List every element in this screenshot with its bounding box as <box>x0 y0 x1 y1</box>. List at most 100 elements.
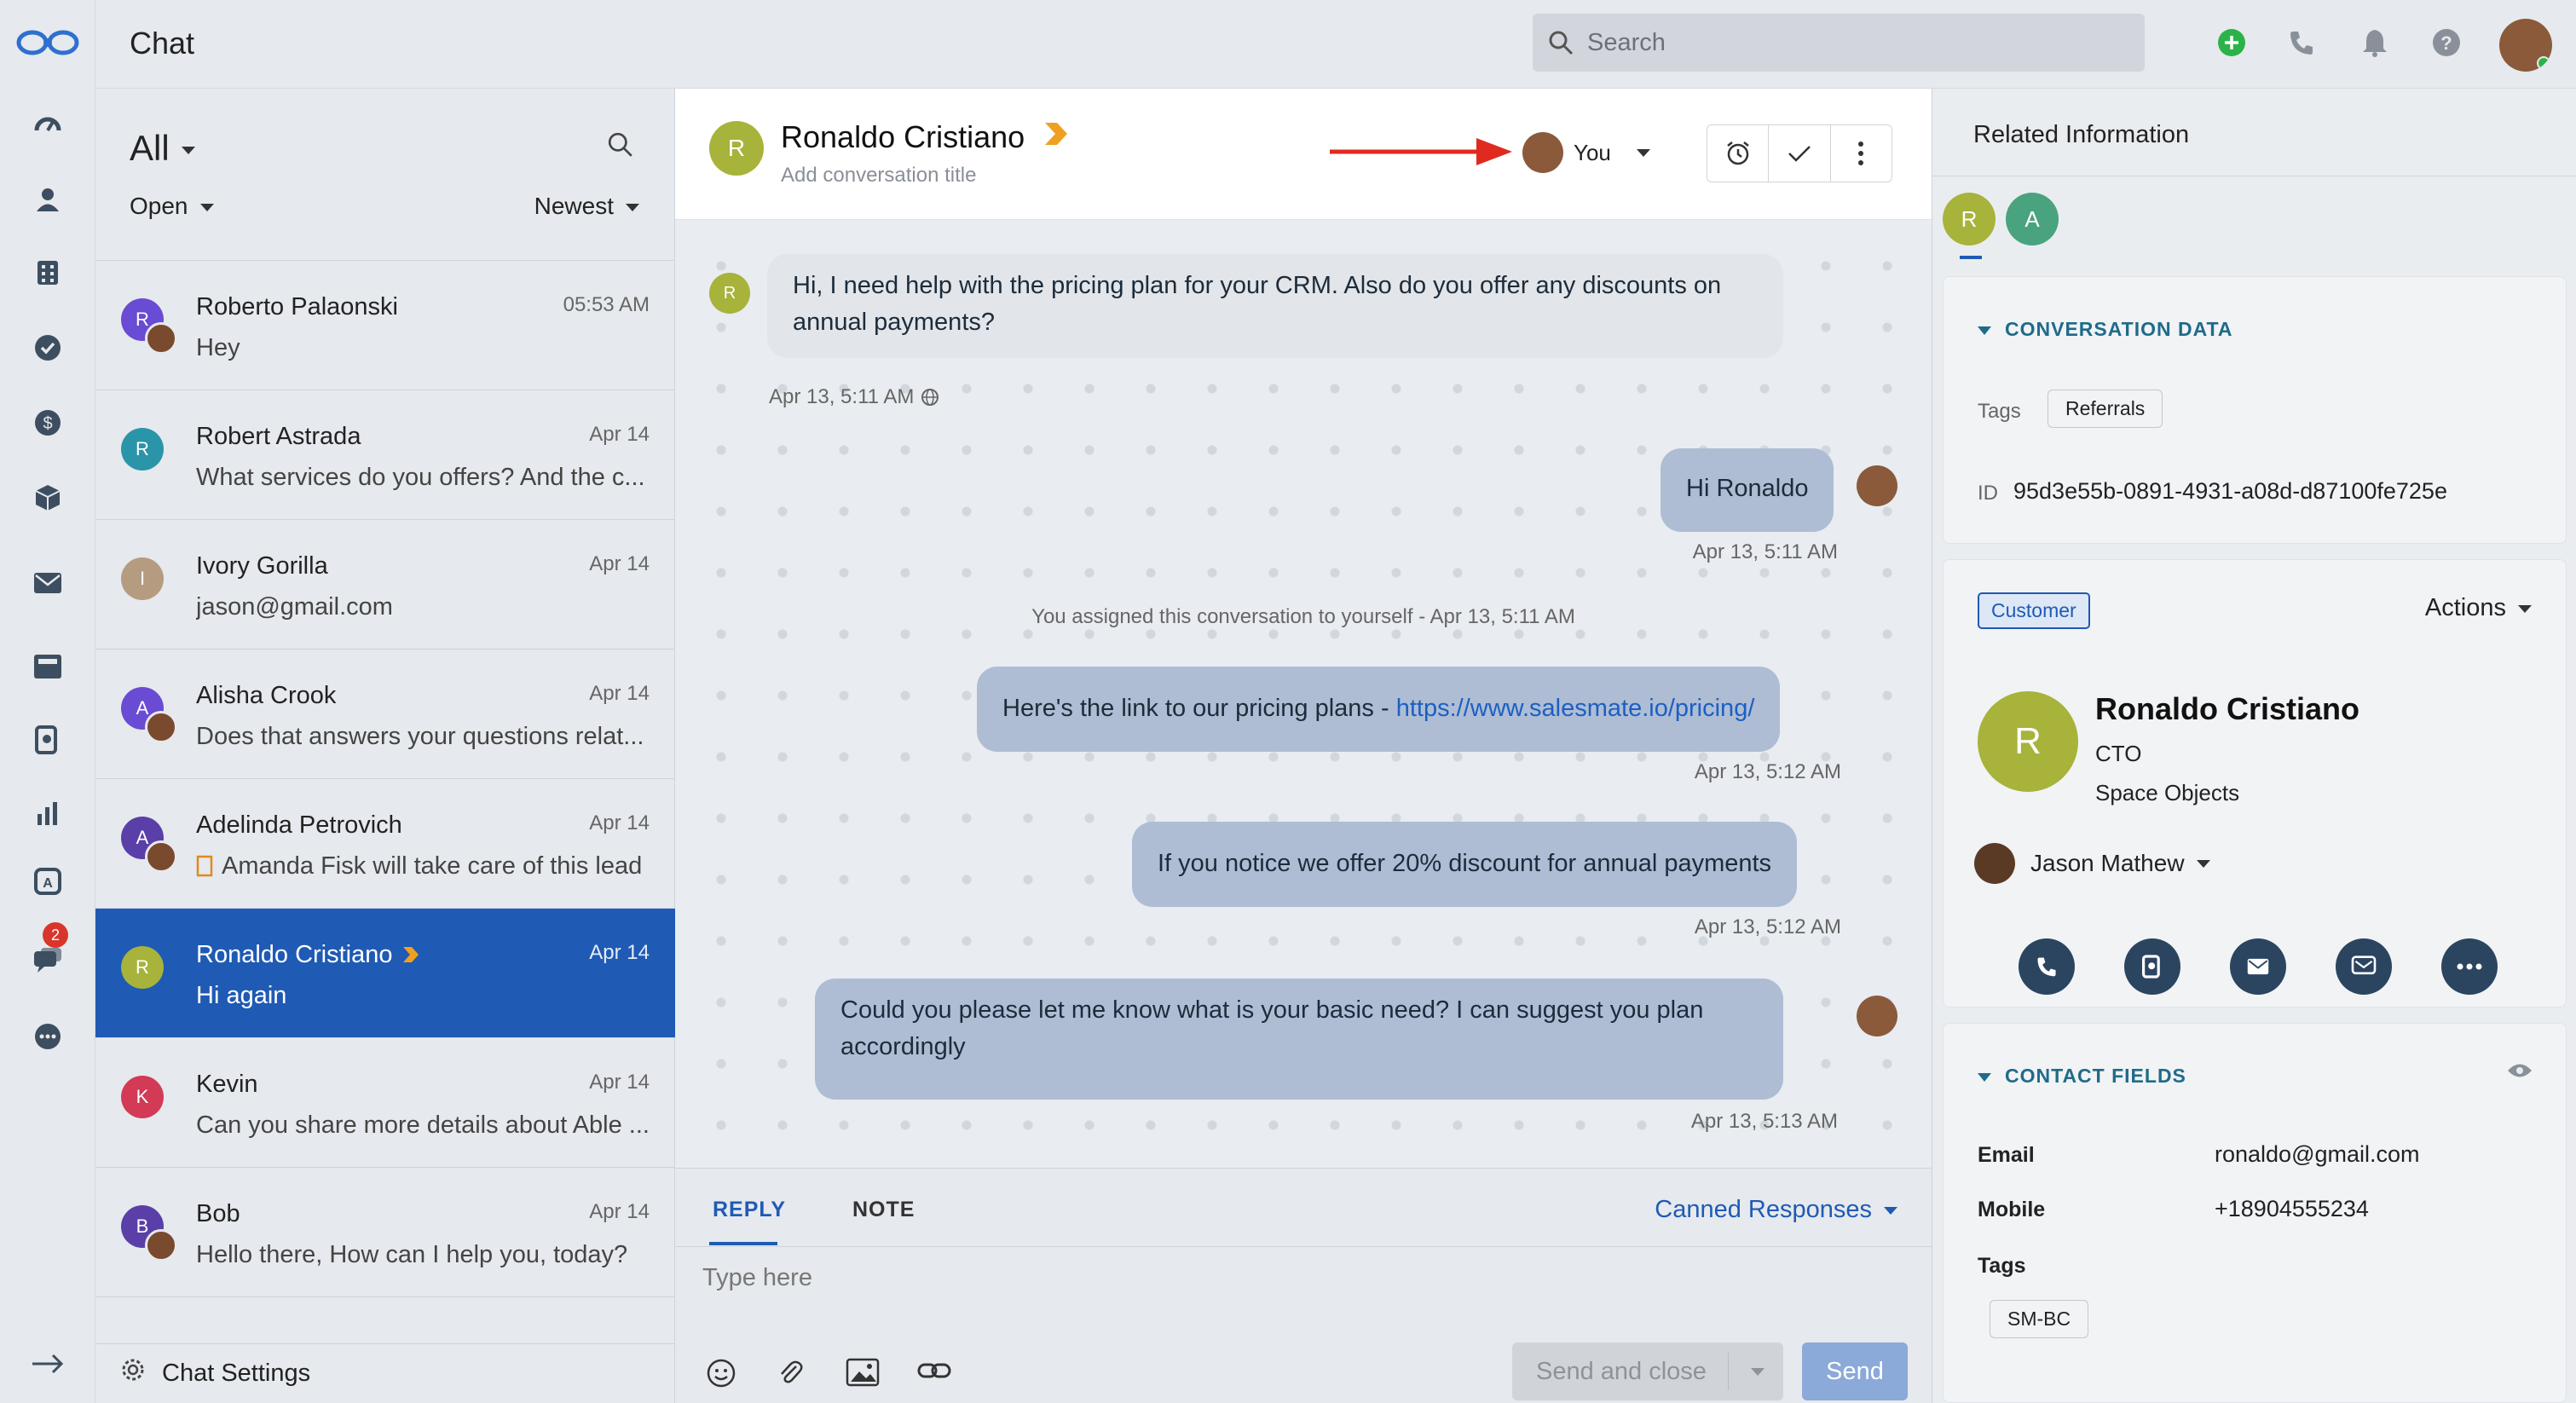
more-actions-button[interactable] <box>2441 938 2498 995</box>
call-button[interactable] <box>2019 938 2075 995</box>
message-input[interactable] <box>701 1262 1894 1305</box>
send-button[interactable]: Send <box>1802 1342 1908 1400</box>
caret-down-icon <box>1978 1072 1991 1082</box>
sms-button[interactable] <box>2336 938 2392 995</box>
tab-note[interactable]: NOTE <box>852 1198 915 1222</box>
snooze-button[interactable] <box>1707 125 1770 182</box>
dashboard-icon[interactable] <box>29 106 66 143</box>
help-question-icon[interactable]: ? <box>2429 26 2463 60</box>
reports-bar-icon[interactable] <box>29 794 66 832</box>
mobile-value[interactable]: +18904555234 <box>2215 1196 2369 1222</box>
conversation-item-selected[interactable]: R Ronaldo Cristiano Apr 14 Hi again <box>95 909 675 1038</box>
conversation-name: Roberto Palaonski <box>196 293 398 320</box>
chevron-down-icon[interactable] <box>1751 1368 1765 1376</box>
mobile-label: Mobile <box>1978 1198 2046 1221</box>
link-icon[interactable] <box>917 1358 951 1392</box>
conversation-actions <box>1707 124 1892 182</box>
send-and-close-button[interactable]: Send and close <box>1512 1342 1783 1400</box>
annotation-arrow <box>1330 135 1514 169</box>
priority-flag-icon[interactable] <box>1043 121 1069 147</box>
conversation-item[interactable]: A Alisha Crook Apr 14 Does that answers … <box>95 650 675 779</box>
conversation-item[interactable]: K Kevin Apr 14 Can you share more detail… <box>95 1038 675 1168</box>
related-avatar-r[interactable]: R <box>1943 193 1996 245</box>
global-search[interactable] <box>1533 14 2145 72</box>
owner-dropdown[interactable]: Jason Mathew <box>1974 843 2210 884</box>
tag-chip[interactable]: Referrals <box>2048 390 2163 428</box>
contact-name[interactable]: Ronaldo Cristiano <box>2095 691 2359 727</box>
globe-icon <box>921 389 939 406</box>
expand-arrow-icon[interactable] <box>29 1345 66 1383</box>
conversation-preview: Does that answers your questions relat..… <box>196 723 644 750</box>
search-input[interactable] <box>1585 27 2097 58</box>
conversation-item[interactable]: I Ivory Gorilla Apr 14 jason@gmail.com <box>95 520 675 650</box>
page-title: Chat <box>130 26 195 61</box>
phone-icon <box>2037 957 2056 977</box>
notifications-bell-icon[interactable] <box>2358 26 2392 60</box>
automation-icon[interactable]: A <box>29 863 66 900</box>
more-apps-icon[interactable] <box>29 1018 66 1055</box>
actions-dropdown[interactable]: Actions <box>2425 594 2532 622</box>
image-icon[interactable] <box>846 1358 880 1392</box>
conversation-name: Adelinda Petrovich <box>196 811 402 839</box>
chat-icon[interactable] <box>29 941 66 979</box>
conversation-data-toggle[interactable]: CONVERSATION DATA <box>1978 318 2232 341</box>
search-icon[interactable] <box>607 131 641 165</box>
conversation-preview: jason@gmail.com <box>196 593 393 621</box>
status-filter-dropdown[interactable]: Open <box>130 193 214 220</box>
voip-button[interactable] <box>2124 938 2180 995</box>
email-value[interactable]: ronaldo@gmail.com <box>2215 1141 2420 1168</box>
conversation-time: Apr 14 <box>589 552 650 575</box>
outgoing-message: Hi Ronaldo <box>1661 448 1834 532</box>
tags-label: Tags <box>1978 400 2021 423</box>
canned-responses-dropdown[interactable]: Canned Responses <box>1655 1196 1897 1224</box>
sort-dropdown[interactable]: Newest <box>534 193 639 220</box>
deals-dollar-icon[interactable]: $ <box>29 404 66 442</box>
eye-icon[interactable] <box>2506 1061 2533 1080</box>
conversation-time: Apr 14 <box>589 811 650 834</box>
attachment-paperclip-icon[interactable] <box>776 1358 810 1392</box>
tag-chip[interactable]: SM-BC <box>1990 1300 2089 1338</box>
chevron-down-icon <box>2518 604 2532 613</box>
tab-reply[interactable]: REPLY <box>713 1198 786 1222</box>
message-time: Apr 13, 5:11 AM <box>1692 540 1838 563</box>
products-box-icon[interactable] <box>29 479 66 517</box>
resolve-button[interactable] <box>1769 125 1831 182</box>
companies-icon[interactable] <box>29 254 66 292</box>
incoming-message: Hi, I need help with the pricing plan fo… <box>767 254 1783 358</box>
conversation-name: Alisha Crook <box>196 682 337 709</box>
app-logo-icon[interactable] <box>15 24 80 61</box>
active-tab-indicator <box>709 1242 777 1245</box>
contact-name[interactable]: Ronaldo Cristiano <box>781 119 1025 155</box>
emoji-icon[interactable] <box>706 1358 740 1392</box>
phone-icon[interactable] <box>2284 26 2319 60</box>
email-icon <box>2247 958 2269 975</box>
pricing-link[interactable]: https://www.salesmate.io/pricing/ <box>1396 695 1755 722</box>
tasks-check-icon[interactable] <box>29 329 66 367</box>
assignee-avatar <box>1522 132 1563 173</box>
conversation-item[interactable]: A Adelinda Petrovich Apr 14 Amanda Fisk … <box>95 779 675 909</box>
contact-avatar: R <box>121 428 164 471</box>
conversation-item[interactable]: R Roberto Palaonski 05:53 AM Hey <box>95 261 675 390</box>
email-button[interactable] <box>2230 938 2286 995</box>
inbox-icon[interactable] <box>29 648 66 685</box>
email-icon[interactable] <box>29 564 66 602</box>
more-options-button[interactable] <box>1831 125 1892 182</box>
voip-phone-icon[interactable] <box>29 721 66 759</box>
svg-text:A: A <box>43 876 53 891</box>
user-avatar[interactable] <box>2499 19 2552 72</box>
owner-avatar <box>1974 843 2015 884</box>
conversation-item[interactable]: R Robert Astrada Apr 14 What services do… <box>95 390 675 520</box>
message-time: Apr 13, 5:13 AM <box>1690 1110 1838 1133</box>
conversation-item[interactable]: B Bob Apr 14 Hello there, How can I help… <box>95 1168 675 1297</box>
conversation-title-input[interactable]: Add conversation title <box>781 164 976 188</box>
conversation-time: Apr 14 <box>589 941 650 964</box>
message-icon <box>2351 956 2377 975</box>
add-plus-icon[interactable] <box>2215 26 2249 60</box>
contact-fields-toggle[interactable]: CONTACT FIELDS <box>1978 1065 2186 1088</box>
chat-settings-link[interactable]: Chat Settings <box>95 1343 675 1403</box>
assignee-dropdown[interactable]: You <box>1522 131 1650 174</box>
related-avatar-a[interactable]: A <box>2006 193 2059 245</box>
contact-company[interactable]: Space Objects <box>2095 780 2239 806</box>
contacts-icon[interactable] <box>29 181 66 218</box>
filter-all-dropdown[interactable]: All <box>130 128 195 169</box>
